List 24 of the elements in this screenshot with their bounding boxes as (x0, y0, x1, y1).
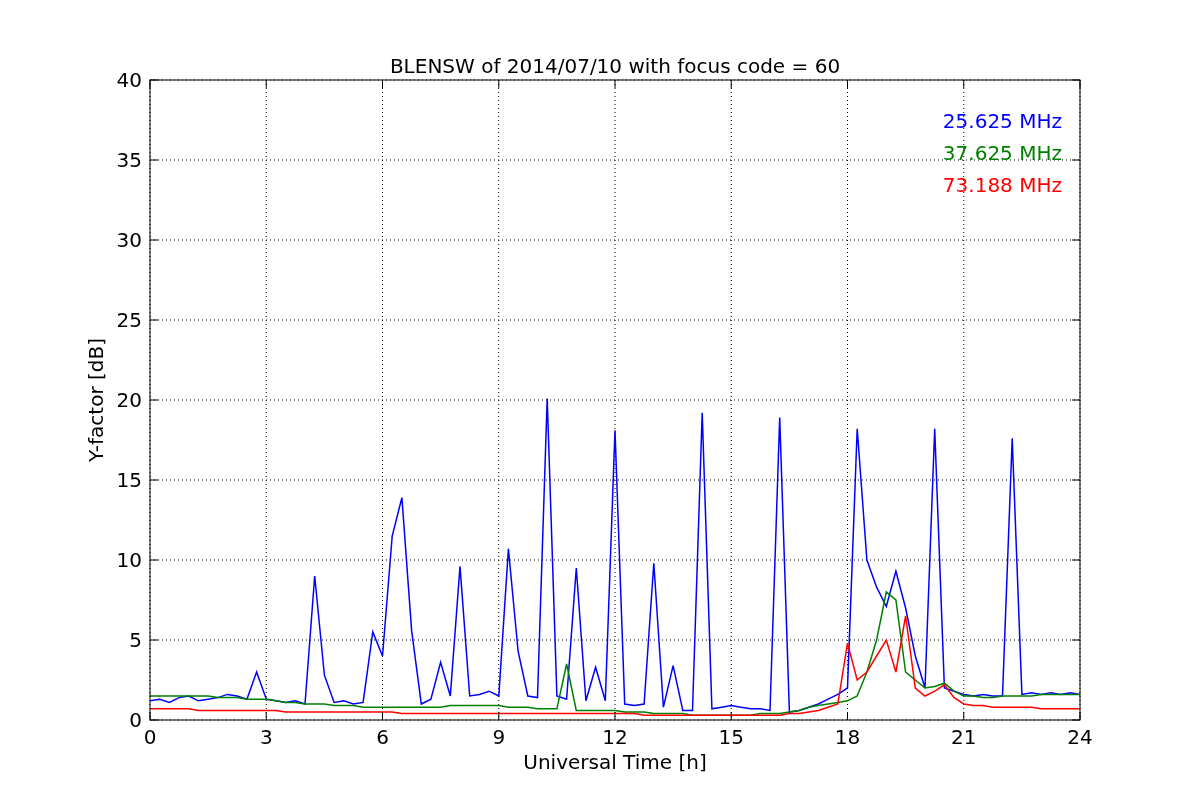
y-tick-label: 30 (116, 228, 142, 252)
y-tick-label: 35 (116, 148, 142, 172)
x-tick-label: 0 (143, 725, 157, 749)
x-tick-label: 24 (1067, 725, 1093, 749)
legend-label: 73.188 MHz (942, 173, 1062, 197)
x-tick-label: 6 (376, 725, 389, 749)
x-tick-label: 18 (834, 725, 861, 749)
y-tick-label: 25 (116, 308, 142, 332)
legend-label: 25.625 MHz (942, 109, 1062, 133)
y-tick-label: 15 (116, 468, 142, 492)
y-tick-label: 5 (129, 628, 142, 652)
y-axis-label: Y-factor [dB] (84, 338, 108, 462)
y-tick-label: 40 (116, 68, 142, 92)
x-tick-label: 15 (718, 725, 744, 749)
chart-title: BLENSW of 2014/07/10 with focus code = 60 (389, 54, 841, 78)
y-tick-label: 0 (129, 708, 142, 732)
x-tick-label: 21 (951, 725, 977, 749)
x-tick-label: 9 (492, 725, 506, 749)
legend-label: 37.625 MHz (942, 141, 1062, 165)
x-tick-label: 3 (259, 725, 273, 749)
x-tick-label: 12 (602, 725, 628, 749)
x-axis-label: Universal Time [h] (523, 750, 707, 774)
y-tick-label: 20 (116, 388, 142, 412)
y-tick-label: 10 (116, 548, 142, 572)
